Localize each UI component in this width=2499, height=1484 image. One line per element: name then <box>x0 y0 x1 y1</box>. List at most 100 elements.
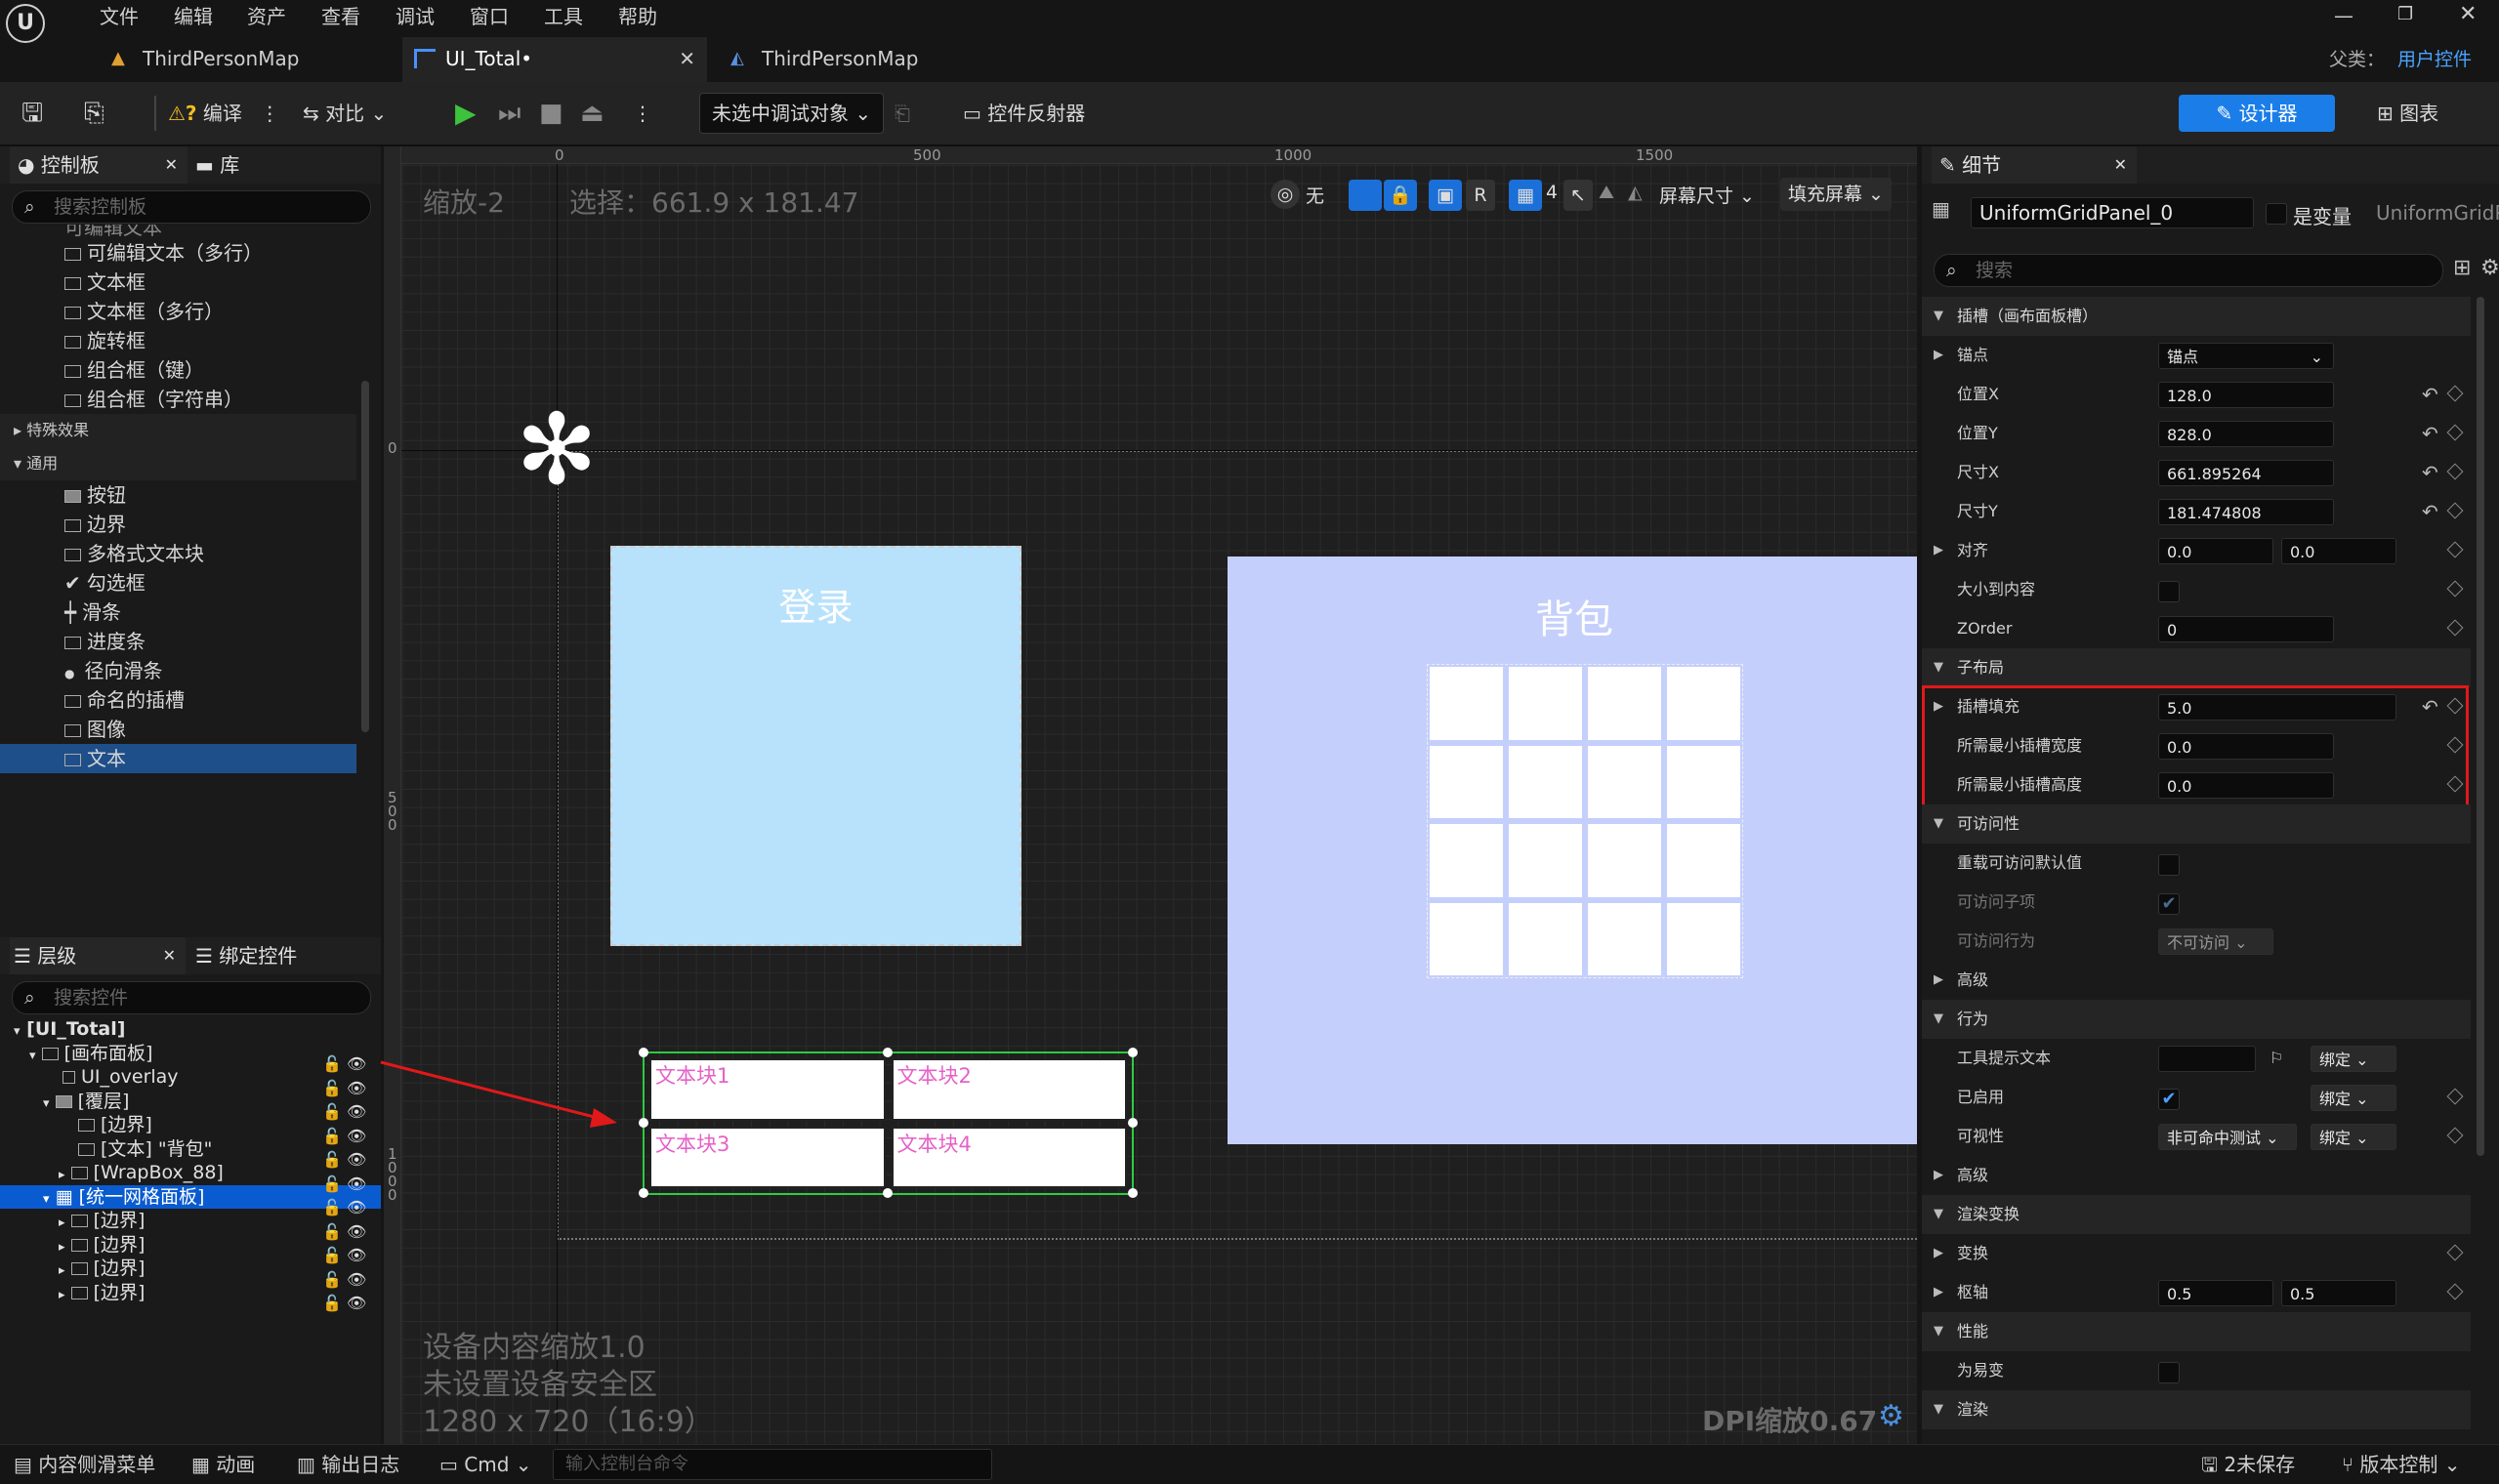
palette-item-namedslot[interactable]: 命名的插槽 <box>0 685 356 715</box>
keyframe-icon[interactable] <box>2446 502 2464 519</box>
bag-panel[interactable]: 背包 <box>1228 556 1917 1144</box>
palette-item-button[interactable]: 按钮 <box>0 480 356 510</box>
resize-handle[interactable] <box>1128 1118 1138 1128</box>
lock-eye-icons[interactable]: 🔓 👁 <box>322 1268 376 1293</box>
size-x-input[interactable]: 661.895264 <box>2158 460 2334 486</box>
override-access-checkbox[interactable] <box>2158 854 2180 876</box>
menu-debug[interactable]: 调试 <box>396 0 435 35</box>
tab-thirdpersonmap-1[interactable]: ▲ ThirdPersonMap <box>100 37 393 82</box>
resize-handle[interactable] <box>639 1048 648 1057</box>
keyframe-icon[interactable] <box>2446 1283 2464 1300</box>
autosize-checkbox[interactable] <box>2158 581 2180 602</box>
size-y-input[interactable]: 181.474808 <box>2158 499 2334 525</box>
palette-item[interactable]: 文本框（多行） <box>0 297 356 326</box>
keyframe-icon[interactable] <box>2446 580 2464 598</box>
respect-locks-icon[interactable]: ▣ <box>1429 180 1462 211</box>
keyframe-icon[interactable] <box>2446 385 2464 402</box>
pivot-x-input[interactable]: 0.5 <box>2158 1280 2273 1306</box>
browse-icon[interactable]: ⎘ <box>84 92 104 135</box>
reset-icon[interactable]: ↶ <box>2422 453 2438 492</box>
palette-item-richtext[interactable]: 多格式文本块 <box>0 539 356 568</box>
library-tab[interactable]: ▬ 库 <box>195 146 239 184</box>
lock-icon[interactable]: 🔒 <box>1384 180 1417 211</box>
close-icon[interactable]: ✕ <box>165 146 178 184</box>
graph-button[interactable]: ⊞ 图表 <box>2377 92 2438 135</box>
inventory-slot[interactable] <box>1667 745 1740 818</box>
widget-name-input[interactable]: UniformGridPanel_0 <box>1971 197 2254 228</box>
category-accessibility[interactable]: ▼ 可访问性 <box>1922 804 2471 844</box>
anchor-select[interactable]: 锚点 ⌄ <box>2158 343 2334 369</box>
visibility-bind-select[interactable]: 绑定 ⌄ <box>2311 1124 2396 1150</box>
menu-window[interactable]: 窗口 <box>470 0 509 35</box>
widget-reflector-button[interactable]: ▭ 控件反射器 <box>963 92 1085 135</box>
designer-button[interactable]: ✎ 设计器 <box>2179 95 2335 132</box>
inventory-slot[interactable] <box>1588 667 1661 740</box>
resize-handle[interactable] <box>1128 1188 1138 1198</box>
palette-item[interactable]: 文本框 <box>0 268 356 297</box>
keyframe-icon[interactable] <box>2446 1244 2464 1261</box>
inventory-slot[interactable] <box>1667 824 1740 897</box>
compile-button[interactable]: ⚠? 编译 ⋮ <box>168 92 279 135</box>
tab-thirdpersonmap-2[interactable]: ◭ ThirdPersonMap <box>719 37 1012 82</box>
position-x-input[interactable]: 128.0 <box>2158 382 2334 408</box>
close-tab-icon[interactable]: ✕ <box>679 37 695 80</box>
palette-item[interactable]: 旋转框 <box>0 326 356 355</box>
output-log-button[interactable]: ▥ 输出日志 <box>297 1445 399 1484</box>
anchor-flower-icon[interactable]: ✻ <box>509 401 604 499</box>
keyframe-icon[interactable] <box>2446 424 2464 441</box>
details-tab[interactable]: ✎ 细节 ✕ <box>1932 146 2137 184</box>
table-view-icon[interactable]: ⊞ <box>2453 256 2471 280</box>
text-cell[interactable]: 文本块1 <box>649 1058 886 1121</box>
inventory-slot[interactable] <box>1509 667 1582 740</box>
alignment-y-input[interactable]: 0.0 <box>2281 538 2396 564</box>
r-toggle[interactable]: R <box>1466 180 1495 211</box>
palette-item-progressbar[interactable]: 进度条 <box>0 627 356 656</box>
palette-item[interactable]: 组合框（键） <box>0 355 356 385</box>
screen-size-select[interactable]: 屏幕尺寸 ⌄ <box>1659 182 1755 208</box>
lock-eye-icons[interactable]: 🔓 👁 <box>322 1125 376 1149</box>
details-scrollbar[interactable] <box>2477 297 2484 1156</box>
reset-icon[interactable]: ↶ <box>2422 375 2438 414</box>
step-icon[interactable]: ⏭ <box>498 92 521 135</box>
keyframe-icon[interactable] <box>2446 1127 2464 1144</box>
hierarchy-tab[interactable]: ☰ 层级 ✕ <box>10 937 186 974</box>
settings-gear-icon[interactable]: ⚙ <box>2480 256 2499 280</box>
inventory-slot[interactable] <box>1588 745 1661 818</box>
minimize-icon[interactable]: — <box>2334 4 2353 27</box>
globe-icon[interactable]: ◎ <box>1270 180 1300 209</box>
tooltip-input[interactable] <box>2158 1046 2256 1072</box>
inventory-slot[interactable] <box>1430 902 1503 975</box>
inventory-slot[interactable] <box>1430 824 1503 897</box>
lock-eye-icons[interactable]: 🔓 👁 <box>322 1292 376 1316</box>
cmd-select[interactable]: ▭ Cmd ⌄ <box>439 1445 532 1484</box>
category-common[interactable]: ▾ 通用 <box>0 447 356 480</box>
category-performance[interactable]: ▼ 性能 <box>1922 1312 2471 1351</box>
lock-eye-icons[interactable]: 🔓 👁 <box>322 1220 376 1245</box>
lock-eye-icons[interactable]: 🔓 👁 <box>322 1100 376 1125</box>
lock-eye-icons[interactable]: 🔓 👁 <box>322 1196 376 1220</box>
source-control-button[interactable]: ⑂ 版本控制 ⌄ <box>2342 1445 2460 1484</box>
palette-tab[interactable]: ◕ 控制板 ✕ <box>10 146 187 184</box>
close-icon[interactable]: ✕ <box>163 937 176 974</box>
save-icon[interactable]: 🖫 <box>21 92 43 135</box>
console-input[interactable]: 输入控制台命令 <box>553 1449 992 1480</box>
palette-item-slider[interactable]: ┿ 滑条 <box>0 598 356 627</box>
flag-icon[interactable]: ⚐ <box>2270 1039 2283 1078</box>
palette-item-text[interactable]: 文本 <box>0 744 356 773</box>
enabled-bind-select[interactable]: 绑定 ⌄ <box>2311 1085 2396 1111</box>
is-variable-checkbox[interactable] <box>2266 203 2287 225</box>
restore-icon[interactable]: ❐ <box>2397 4 2413 24</box>
close-window-icon[interactable]: ✕ <box>2459 2 2477 26</box>
zorder-input[interactable]: 0 <box>2158 616 2334 642</box>
reset-icon[interactable]: ↶ <box>2422 492 2438 531</box>
inventory-slot[interactable] <box>1667 902 1740 975</box>
outline-toggle-icon[interactable] <box>1349 180 1382 211</box>
text-cell[interactable]: 文本块4 <box>891 1126 1127 1188</box>
keyframe-icon[interactable] <box>2446 541 2464 558</box>
eject-icon[interactable]: ⏏ <box>580 92 604 135</box>
palette-item[interactable]: 可编辑文本（多行） <box>0 238 356 268</box>
enabled-checkbox[interactable]: ✔ <box>2158 1089 2180 1110</box>
lock-eye-icons[interactable]: 🔓 👁 <box>322 1052 376 1077</box>
text-cell[interactable]: 文本块2 <box>891 1058 1127 1121</box>
content-drawer-button[interactable]: ▤ 内容侧滑菜单 <box>14 1445 155 1484</box>
